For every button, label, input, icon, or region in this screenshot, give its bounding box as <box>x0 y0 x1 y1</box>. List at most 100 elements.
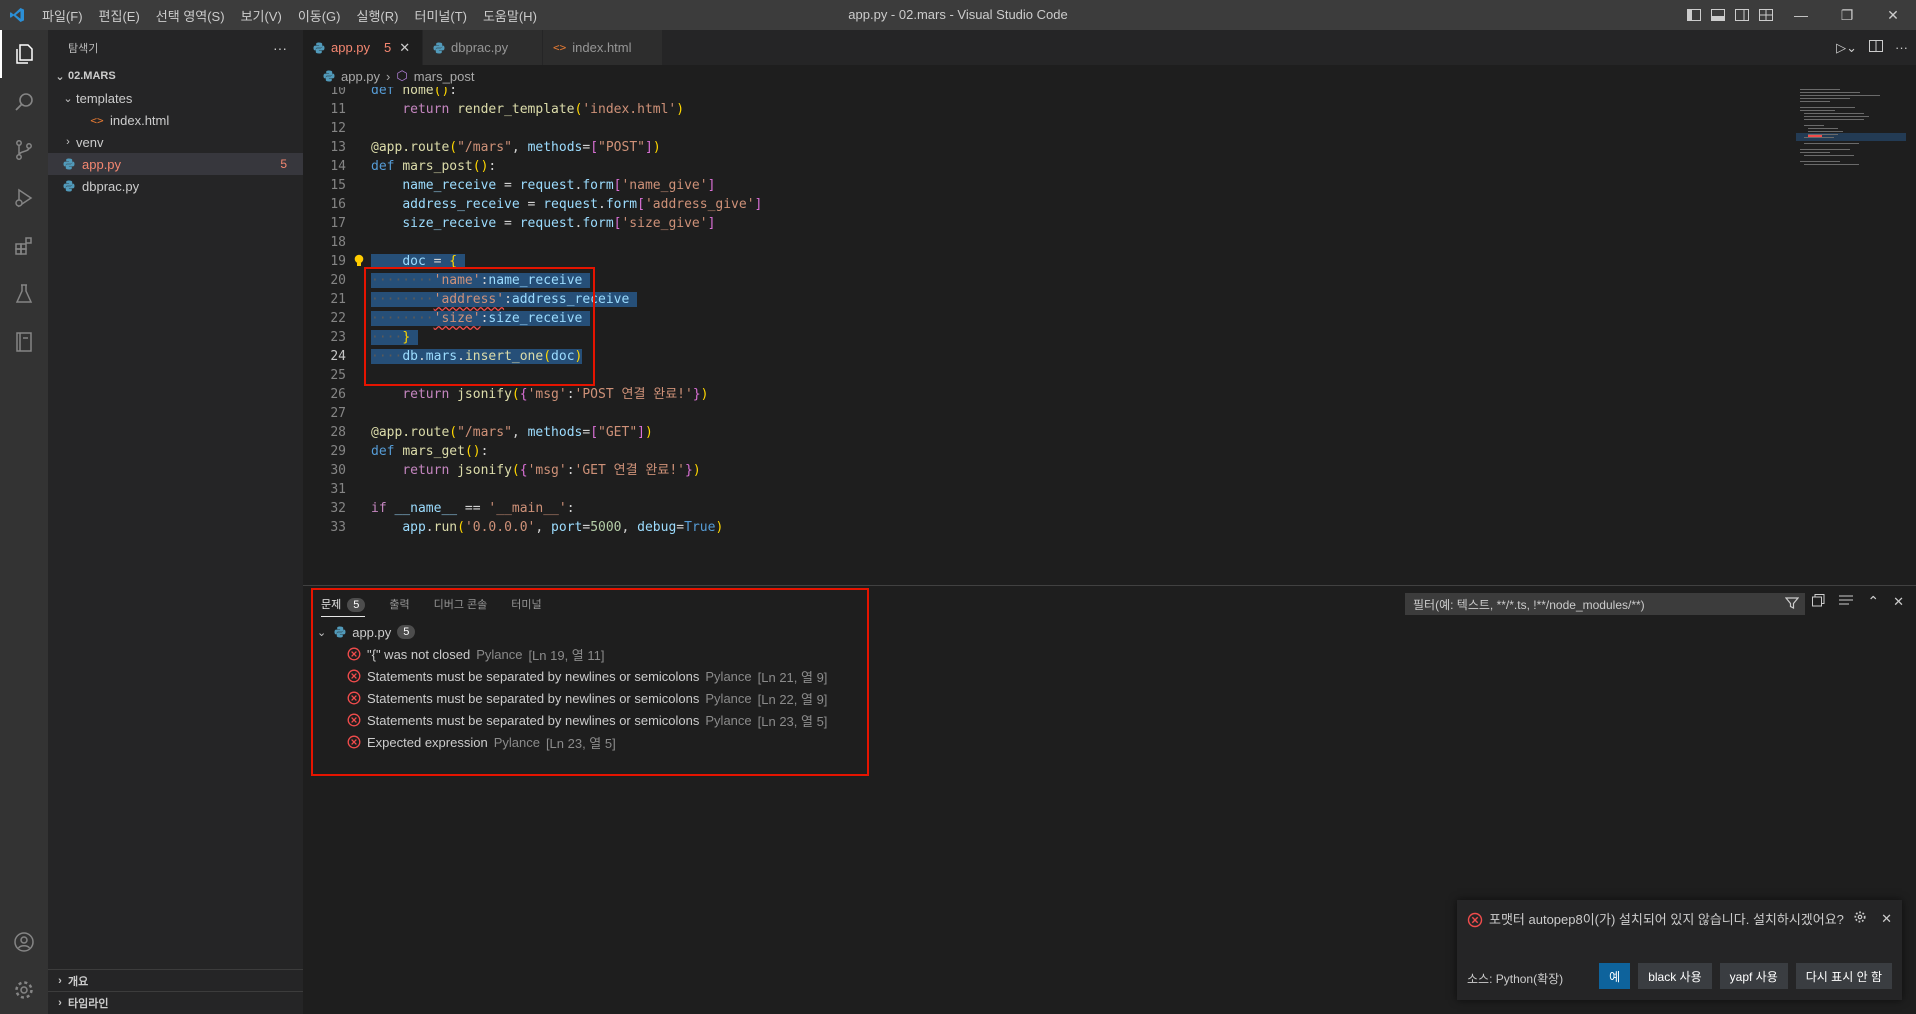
view-as-list-icon[interactable] <box>1839 594 1854 609</box>
account-icon[interactable] <box>0 918 48 966</box>
use-yapf-button[interactable]: yapf 사용 <box>1719 963 1788 989</box>
toggle-secondary-sidebar-icon[interactable] <box>1730 0 1754 30</box>
tab-label: app.py <box>331 40 371 55</box>
tab-app-py[interactable]: app.py 5 ✕ <box>303 30 423 65</box>
chevron-right-icon: › <box>66 136 70 148</box>
breadcrumb-file[interactable]: app.py <box>341 69 380 84</box>
code-editor[interactable]: 10 def home(): 11 return render_template(… <box>303 87 1783 585</box>
dont-show-again-button[interactable]: 다시 표시 안 함 <box>1795 963 1892 989</box>
line-number: 11 <box>330 102 346 117</box>
line-number: 32 <box>330 501 346 516</box>
source-control-icon[interactable] <box>0 126 48 174</box>
menu-go[interactable]: 이동(G) <box>290 6 349 25</box>
toggle-primary-sidebar-icon[interactable] <box>1682 0 1706 30</box>
line-number: 22 <box>330 311 346 326</box>
tab-index-html[interactable]: <> index.html <box>543 30 663 65</box>
more-actions-icon[interactable]: ··· <box>273 40 287 56</box>
folder-templates[interactable]: ⌄ templates <box>48 87 303 109</box>
sidebar-title: 탐색기 <box>68 42 99 55</box>
line-number: 27 <box>330 406 346 421</box>
breadcrumb-symbol[interactable]: mars_post <box>414 69 475 84</box>
extensions-icon[interactable] <box>0 222 48 270</box>
notification-source: 소스: Python(확장) <box>1467 972 1564 986</box>
line-number: 17 <box>330 216 346 231</box>
search-icon[interactable] <box>0 78 48 126</box>
chevron-right-icon: › <box>58 974 62 987</box>
code-line: @app.route("/mars", methods=["GET"]) <box>371 425 653 440</box>
tab-dbprac-py[interactable]: dbprac.py <box>423 30 543 65</box>
minimize-icon[interactable]: — <box>1778 0 1824 30</box>
file-dbprac-py[interactable]: dbprac.py <box>48 175 303 197</box>
folder-venv[interactable]: › venv <box>48 131 303 153</box>
line-number: 25 <box>330 368 346 383</box>
notebook-icon[interactable] <box>0 318 48 366</box>
menu-selection[interactable]: 선택 영역(S) <box>148 6 233 25</box>
menu-run[interactable]: 실행(R) <box>349 6 407 25</box>
settings-gear-icon[interactable] <box>0 966 48 1014</box>
tab-label: index.html <box>572 40 632 55</box>
code-line: return jsonify({'msg':'POST 연결 완료!'}) <box>402 387 709 402</box>
menu-edit[interactable]: 편집(E) <box>91 6 148 25</box>
collapse-all-icon[interactable] <box>1812 593 1825 610</box>
notification-settings-gear-icon[interactable] <box>1853 910 1867 927</box>
line-number: 15 <box>330 178 346 193</box>
run-debug-icon[interactable] <box>0 174 48 222</box>
maximize-panel-icon[interactable]: ⌃ <box>1867 593 1879 610</box>
close-panel-icon[interactable]: ✕ <box>1893 594 1904 610</box>
outline-section[interactable]: › 개요 <box>48 970 303 992</box>
editor-tabs: app.py 5 ✕ dbprac.py <> index.html ▷⌄ ··… <box>303 30 1916 65</box>
vscode-logo-icon <box>0 0 34 30</box>
close-window-icon[interactable]: ✕ <box>1870 0 1916 30</box>
editor-area: app.py 5 ✕ dbprac.py <> index.html ▷⌄ ··… <box>303 30 1916 585</box>
breadcrumb-separator: › <box>386 68 391 84</box>
filter-icon[interactable] <box>1784 596 1800 613</box>
notification-message: 포맷터 autopep8이(가) 설치되어 있지 않습니다. 설치하시겠어요? <box>1489 912 1844 927</box>
title-bar: 파일(F) 편집(E) 선택 영역(S) 보기(V) 이동(G) 실행(R) 터… <box>0 0 1916 30</box>
code-line: name_receive = request.form['name_give'] <box>402 178 716 193</box>
code-line: return jsonify({'msg':'GET 연결 완료!'}) <box>402 463 701 478</box>
line-number: 12 <box>330 121 346 136</box>
testing-flask-icon[interactable] <box>0 270 48 318</box>
line-number: 28 <box>330 425 346 440</box>
code-line: @app.route("/mars", methods=["POST"]) <box>371 140 661 155</box>
run-python-file-icon[interactable]: ▷⌄ <box>1836 40 1857 56</box>
menu-view[interactable]: 보기(V) <box>233 6 290 25</box>
activity-bar <box>0 30 48 1014</box>
symbol-method-icon: ⬡ <box>396 68 408 83</box>
python-file-icon <box>60 180 78 192</box>
python-file-icon <box>60 158 78 170</box>
timeline-section[interactable]: › 타임라인 <box>48 992 303 1014</box>
close-notification-icon[interactable]: ✕ <box>1881 911 1892 927</box>
more-editor-actions-icon[interactable]: ··· <box>1895 40 1908 55</box>
customize-layout-icon[interactable] <box>1754 0 1778 30</box>
menu-file[interactable]: 파일(F) <box>34 6 91 25</box>
yes-button[interactable]: 예 <box>1599 963 1631 989</box>
split-editor-icon[interactable] <box>1869 40 1883 55</box>
explorer-icon[interactable] <box>0 30 48 78</box>
restore-icon[interactable]: ❐ <box>1824 0 1870 30</box>
line-number: 26 <box>330 387 346 402</box>
workspace-root[interactable]: ⌄ 02.MARS <box>48 65 303 87</box>
menu-terminal[interactable]: 터미널(T) <box>406 6 474 25</box>
line-number: 31 <box>330 482 346 497</box>
error-icon <box>1467 912 1483 934</box>
toggle-panel-icon[interactable] <box>1706 0 1730 30</box>
line-number: 20 <box>330 273 346 288</box>
file-index-html[interactable]: <> index.html <box>48 109 303 131</box>
code-line: def home(): <box>371 87 458 98</box>
python-file-icon <box>433 42 445 54</box>
menu-bar: 파일(F) 편집(E) 선택 영역(S) 보기(V) 이동(G) 실행(R) 터… <box>34 6 545 25</box>
code-line: if __name__ == '__main__': <box>371 501 575 516</box>
line-number: 23 <box>330 330 346 345</box>
line-number: 14 <box>330 159 346 174</box>
close-tab-icon[interactable]: ✕ <box>399 40 410 56</box>
file-app-py[interactable]: app.py 5 <box>48 153 303 175</box>
code-line: app.run('0.0.0.0', port=5000, debug=True… <box>402 520 724 535</box>
menu-help[interactable]: 도움말(H) <box>475 6 545 25</box>
use-black-button[interactable]: black 사용 <box>1638 963 1712 989</box>
code-line: return render_template('index.html') <box>402 102 685 117</box>
problems-filter-input[interactable]: 필터(예: 텍스트, **/*.ts, !**/node_modules/**) <box>1405 593 1805 615</box>
tab-label: dbprac.py <box>451 40 509 55</box>
chevron-down-icon: ⌄ <box>63 92 73 105</box>
minimap[interactable] <box>1796 87 1906 187</box>
